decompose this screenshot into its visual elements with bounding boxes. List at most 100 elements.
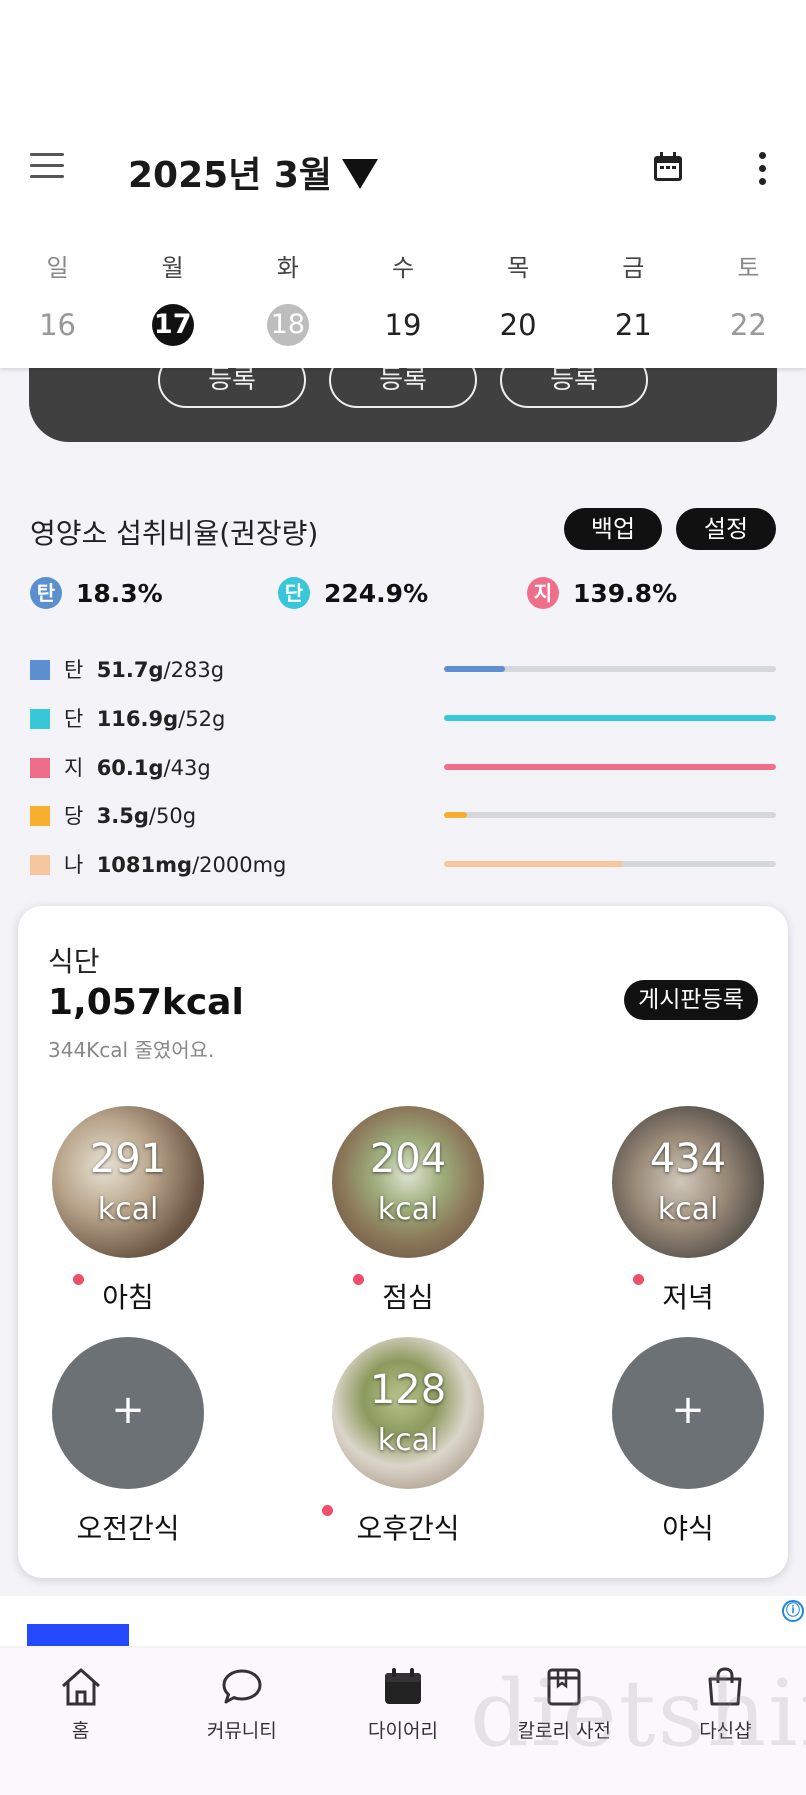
nutrient-name: 나: [64, 853, 84, 877]
board-register-button[interactable]: 게시판등록: [624, 980, 758, 1020]
hamburger-menu-icon[interactable]: [30, 153, 70, 185]
nutrient-progress-fill: [444, 812, 468, 818]
day-sat[interactable]: 토 22: [691, 248, 806, 348]
nutrient-row: 탄 51.7g/283g: [30, 654, 780, 686]
ad-info-icon[interactable]: ⓘ: [782, 1600, 804, 1622]
selected-date: 17: [151, 304, 194, 346]
nav-home-label: 홈: [71, 1720, 90, 1742]
more-options-icon[interactable]: [752, 152, 772, 186]
month-label: 2025년 3월: [128, 155, 333, 196]
nutrient-amount: 116.9g: [96, 707, 179, 731]
meal-slot[interactable]: 204 kcal 점심: [307, 1106, 507, 1316]
meal-slot[interactable]: + 오전간식: [27, 1337, 227, 1547]
bottom-navigation: 홈 커뮤니티 다이어리 칼로리 사전 다신샵: [0, 1648, 806, 1795]
fat-ratio: 지 139.8%: [527, 576, 677, 610]
add-meal-button[interactable]: +: [52, 1337, 204, 1489]
settings-button[interactable]: 설정: [676, 508, 776, 550]
meal-kcal: 434: [649, 1136, 727, 1182]
nutrient-amount: 51.7g: [96, 658, 164, 682]
day-tue[interactable]: 화 18: [230, 248, 345, 348]
meal-name: 오후간식: [356, 1512, 460, 1545]
protein-ratio-value: 224.9%: [324, 578, 429, 608]
nutrient-target: /2000mg: [192, 853, 287, 877]
shopping-bag-icon: [708, 1667, 742, 1706]
meal-slot[interactable]: 434 kcal 저녁: [587, 1106, 787, 1316]
nutrient-label: 탄 51.7g/283g: [64, 654, 224, 684]
meal-photo: 291 kcal: [52, 1106, 204, 1258]
kcal-unit: kcal: [377, 1423, 439, 1458]
nutrient-row: 지 60.1g/43g: [30, 752, 780, 784]
day-mon[interactable]: 월 17: [115, 248, 230, 348]
meal-name: 점심: [382, 1281, 434, 1314]
day-sun[interactable]: 일 16: [0, 248, 115, 348]
nutrient-name: 지: [64, 756, 84, 780]
ad-banner[interactable]: ⓘ: [0, 1596, 806, 1646]
day-wed[interactable]: 수 19: [345, 248, 460, 348]
nutrient-label: 지 60.1g/43g: [64, 752, 211, 782]
nutrient-target: /283g: [163, 658, 225, 682]
meal-slot[interactable]: 128 kcal 오후간식: [307, 1337, 507, 1547]
meal-slot[interactable]: + 야식: [587, 1337, 787, 1547]
nav-shop[interactable]: 다신샵: [645, 1648, 806, 1795]
calendar-icon[interactable]: [652, 151, 684, 183]
plus-icon: +: [671, 1387, 705, 1433]
nutrient-color-square: [30, 660, 50, 680]
nutrient-progress-fill: [444, 666, 505, 672]
nutrient-progress-track: [444, 764, 776, 770]
weekday-label: 금: [622, 254, 645, 282]
meal-photo: 128 kcal: [332, 1337, 484, 1489]
meal-name: 저녁: [662, 1281, 714, 1314]
date-number: 22: [729, 308, 767, 342]
nav-community-label: 커뮤니티: [206, 1720, 277, 1742]
meal-card: 식단 1,057kcal 344Kcal 줄였어요. 게시판등록 291 kcal…: [18, 906, 788, 1578]
book-icon: [547, 1668, 581, 1706]
nutrient-progress-track: [444, 666, 776, 672]
app-header: 2025년 3월 일 16 월 17 화 18 수 19 목 20 금 21 토 22: [0, 0, 806, 368]
nav-calorie-dictionary-label: 칼로리 사전: [517, 1720, 611, 1742]
meal-kcal: 204: [369, 1136, 447, 1182]
carb-ratio: 탄 18.3%: [30, 576, 163, 610]
nav-community[interactable]: 커뮤니티: [161, 1648, 322, 1795]
nutrient-progress-fill: [444, 764, 776, 770]
ad-image: [27, 1624, 129, 1646]
protein-ratio: 단 224.9%: [278, 576, 428, 610]
day-thu[interactable]: 목 20: [461, 248, 576, 348]
kcal-reduced-text: 344Kcal 줄였어요.: [48, 1038, 215, 1062]
nutrient-amount: 1081mg: [96, 853, 193, 877]
meal-photo: 204 kcal: [332, 1106, 484, 1258]
dropdown-triangle-icon: [342, 159, 379, 189]
nav-calorie-dictionary[interactable]: 칼로리 사전: [484, 1648, 645, 1795]
nutrient-progress-track: [444, 812, 776, 818]
nutrient-target: /43g: [163, 756, 211, 780]
meal-slot[interactable]: 291 kcal 아침: [27, 1106, 227, 1316]
month-selector[interactable]: 2025년 3월: [128, 146, 379, 198]
nav-home[interactable]: 홈: [0, 1648, 161, 1795]
nutrient-color-square: [30, 758, 50, 778]
meal-kcal: 291: [89, 1136, 167, 1182]
weekday-label: 화: [276, 254, 299, 282]
weekday-label: 일: [46, 254, 69, 282]
chat-bubble-icon: [222, 1669, 262, 1704]
nutrient-row: 당 3.5g/50g: [30, 800, 780, 832]
nutrient-progress-track: [444, 861, 776, 867]
nutrient-name: 탄: [64, 658, 84, 682]
weekday-label: 월: [161, 254, 184, 282]
home-icon: [61, 1668, 100, 1706]
nutrient-color-square: [30, 855, 50, 875]
fat-ratio-value: 139.8%: [573, 578, 678, 608]
nutrient-amount: 60.1g: [96, 756, 164, 780]
nutrient-row: 나 1081mg/2000mg: [30, 849, 780, 881]
weekday-label: 토: [737, 254, 760, 282]
total-kcal: 1,057kcal: [48, 982, 244, 1023]
date-number: 21: [614, 308, 652, 342]
add-meal-button[interactable]: +: [612, 1337, 764, 1489]
nutrient-label: 단 116.9g/52g: [64, 703, 225, 733]
plus-icon: +: [111, 1387, 145, 1433]
carb-ratio-value: 18.3%: [76, 578, 163, 608]
day-fri[interactable]: 금 21: [576, 248, 691, 348]
nav-diary[interactable]: 다이어리: [322, 1648, 483, 1795]
today-date: 18: [266, 304, 309, 346]
date-number: 19: [384, 308, 422, 342]
backup-button[interactable]: 백업: [564, 508, 662, 550]
nutrient-amount: 3.5g: [96, 804, 149, 828]
